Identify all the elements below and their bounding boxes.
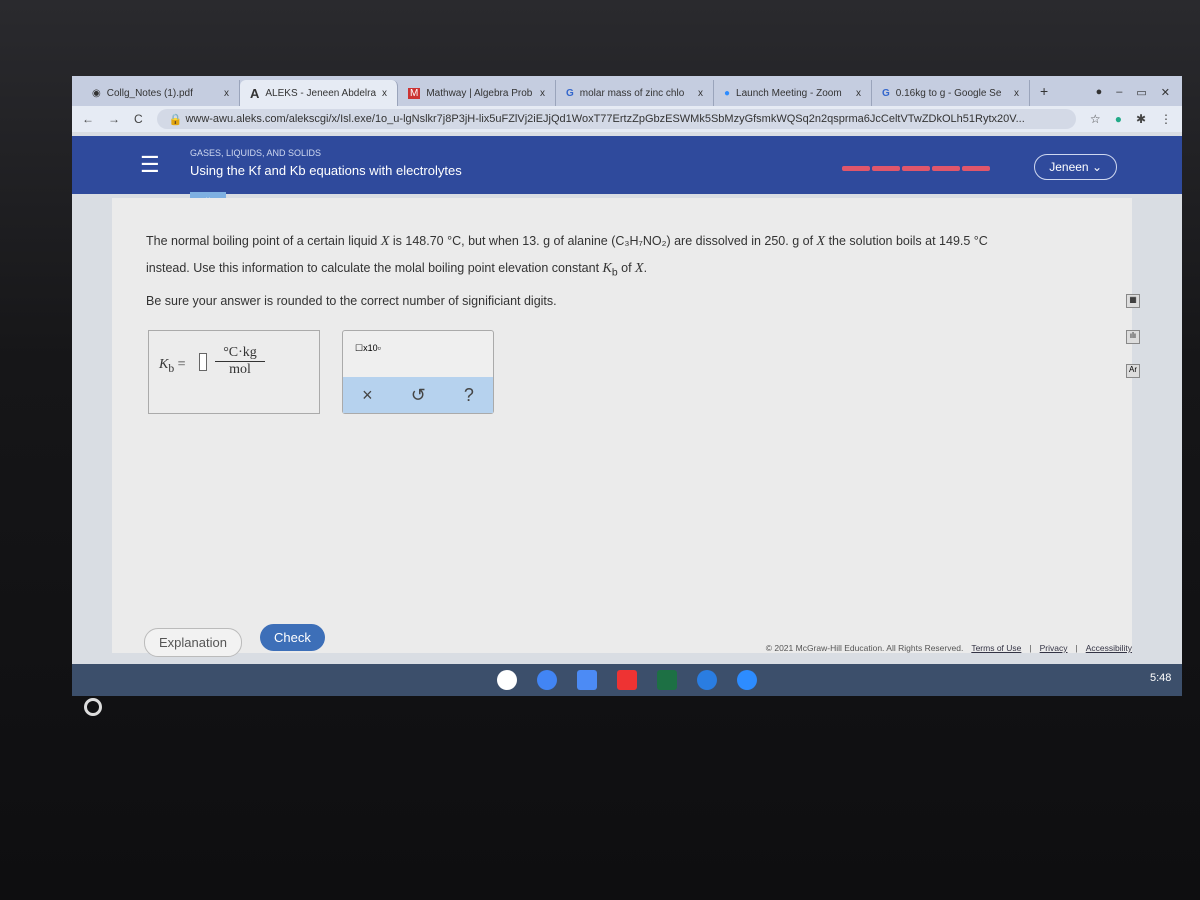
help-button[interactable]: ? xyxy=(464,385,474,406)
close-tab-icon[interactable]: x xyxy=(856,88,861,99)
tab-google-kg[interactable]: G 0.16kg to g - Google Se x xyxy=(872,80,1030,106)
explanation-button[interactable]: Explanation xyxy=(144,628,242,657)
more-icon[interactable]: ⋮ xyxy=(1160,112,1172,126)
aleks-icon: A xyxy=(250,85,260,101)
question-line-1: The normal boiling point of a certain li… xyxy=(146,234,988,249)
forward-icon[interactable]: → xyxy=(108,112,120,126)
chrome-icon[interactable] xyxy=(537,670,557,690)
mathway-icon: M xyxy=(408,87,421,99)
star-icon[interactable]: ☆ xyxy=(1090,112,1101,126)
answer-box: Kb = °C·kg mol xyxy=(148,330,320,414)
periodic-table-icon[interactable]: Ar xyxy=(1126,364,1140,378)
docs-icon[interactable] xyxy=(577,670,597,690)
close-window-icon[interactable]: ✕ xyxy=(1161,86,1170,99)
files-icon[interactable] xyxy=(697,670,717,690)
play-icon[interactable] xyxy=(617,670,637,690)
drive-icon: ◉ xyxy=(92,87,101,99)
instruction: Be sure your answer is rounded to the co… xyxy=(146,294,557,308)
launcher-icon[interactable] xyxy=(84,698,102,716)
close-tab-icon[interactable]: x xyxy=(224,88,229,99)
calculator-icon[interactable]: ▦ xyxy=(1126,294,1140,308)
tab-aleks[interactable]: A ALEKS - Jeneen Abdelra x xyxy=(240,80,398,106)
math-palette: ☐x10▫ × ↺? xyxy=(342,330,494,414)
minimize-icon[interactable]: – xyxy=(1116,86,1122,99)
privacy-link[interactable]: Privacy xyxy=(1040,643,1068,653)
tab-notes[interactable]: ◉ Collg_Notes (1).pdf x xyxy=(82,80,240,106)
aleks-header: ☰ GASES, LIQUIDS, AND SOLIDS Using the K… xyxy=(72,136,1182,206)
close-tab-icon[interactable]: x xyxy=(382,88,387,99)
page-title: Using the Kf and Kb equations with elect… xyxy=(190,163,462,178)
address-bar[interactable]: 🔒 www-awu.aleks.com/alekscgi/x/Isl.exe/1… xyxy=(156,109,1076,129)
question-line-2: instead. Use this information to calcula… xyxy=(146,261,648,279)
check-button[interactable]: Check xyxy=(260,624,325,651)
progress-bar xyxy=(842,166,990,171)
shelf: 5:48 xyxy=(72,664,1182,696)
scientific-notation-button[interactable]: ☐x10▫ xyxy=(355,343,381,354)
toolbar: ← → C 🔒 www-awu.aleks.com/alekscgi/x/Isl.e… xyxy=(72,106,1182,132)
screen: ◉ Collg_Notes (1).pdf x A ALEKS - Jeneen Ab… xyxy=(72,76,1182,696)
account-icon[interactable]: ● xyxy=(1096,86,1103,99)
extension-icon[interactable]: ● xyxy=(1115,112,1122,126)
reload-icon[interactable]: C xyxy=(134,112,143,126)
terms-link[interactable]: Terms of Use xyxy=(971,643,1021,653)
footer: © 2021 McGraw-Hill Education. All Rights… xyxy=(765,643,1132,653)
topic-label: GASES, LIQUIDS, AND SOLIDS xyxy=(190,148,322,158)
close-tab-icon[interactable]: x xyxy=(1014,88,1019,99)
menu-icon[interactable]: ☰ xyxy=(140,152,160,178)
excel-icon[interactable] xyxy=(657,670,677,690)
google-icon: G xyxy=(566,87,574,99)
answer-input[interactable] xyxy=(199,353,207,371)
zoom-icon: ● xyxy=(724,87,731,99)
tab-strip: ◉ Collg_Notes (1).pdf x A ALEKS - Jeneen Ab… xyxy=(72,76,1182,106)
clock[interactable]: 5:48 xyxy=(1150,672,1171,692)
back-icon[interactable]: ← xyxy=(82,112,94,126)
accessibility-link[interactable]: Accessibility xyxy=(1086,643,1132,653)
restore-icon[interactable]: ▭ xyxy=(1136,86,1146,99)
lock-icon: 🔒 xyxy=(168,113,186,126)
google-icon: G xyxy=(882,87,890,99)
close-tab-icon[interactable]: x xyxy=(698,88,703,99)
undo-button[interactable]: ↺ xyxy=(411,385,426,406)
puzzle-icon[interactable]: ✱ xyxy=(1136,112,1146,126)
gmail-icon[interactable] xyxy=(497,670,517,690)
chart-icon[interactable]: ılı xyxy=(1126,330,1140,344)
clear-button[interactable]: × xyxy=(362,385,373,406)
question-panel: The normal boiling point of a certain li… xyxy=(112,198,1140,657)
new-tab-button[interactable]: + xyxy=(1030,83,1058,106)
tab-google-molar[interactable]: Gmolar mass of zinc chlo x xyxy=(556,80,714,106)
tab-mathway[interactable]: M Mathway | Algebra Prob x xyxy=(398,80,556,106)
close-tab-icon[interactable]: x xyxy=(540,88,545,99)
zoom-app-icon[interactable] xyxy=(737,670,757,690)
tab-zoom[interactable]: ● Launch Meeting - Zoom x xyxy=(714,80,872,106)
user-menu-button[interactable]: Jeneen ⌄ xyxy=(1034,154,1117,180)
